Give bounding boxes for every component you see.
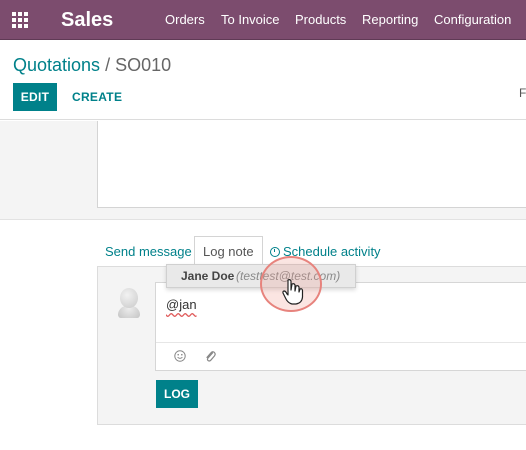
composer-text: @jan <box>166 297 197 312</box>
top-navbar: Sales Orders To Invoice Products Reporti… <box>0 0 526 40</box>
paperclip-icon[interactable] <box>204 349 216 363</box>
create-button[interactable]: CREATE <box>68 83 126 111</box>
form-sheet <box>97 121 526 208</box>
nav-item-orders[interactable]: Orders <box>165 12 205 28</box>
breadcrumb-separator: / <box>105 55 111 75</box>
nav-item-products[interactable]: Products <box>295 12 346 28</box>
tab-log-note[interactable]: Log note <box>194 236 263 266</box>
breadcrumb-quotations-link[interactable]: Quotations <box>13 55 100 75</box>
tab-send-message[interactable]: Send message <box>105 244 192 260</box>
composer-divider <box>156 342 526 343</box>
edit-button[interactable]: EDIT <box>13 83 57 111</box>
tab-log-note-label: Log note <box>203 243 254 259</box>
nav-item-configuration[interactable]: Configuration <box>434 12 511 28</box>
nav-item-to-invoice[interactable]: To Invoice <box>221 12 280 28</box>
mention-name: Jane Doe <box>181 269 235 283</box>
grid-icon[interactable] <box>12 12 28 28</box>
nav-item-reporting[interactable]: Reporting <box>362 12 418 28</box>
hand-pointer-icon <box>282 279 304 305</box>
control-panel: Quotations / SO010 EDIT CREATE <box>0 41 526 120</box>
avatar <box>118 288 140 318</box>
breadcrumb-current: SO010 <box>115 55 172 75</box>
log-button[interactable]: LOG <box>156 380 198 408</box>
clock-icon <box>270 247 280 257</box>
smiley-icon[interactable] <box>174 350 186 362</box>
control-panel-right-fragment: F <box>519 86 526 100</box>
app-title[interactable]: Sales <box>61 6 113 34</box>
breadcrumb: Quotations / SO010 <box>13 54 171 76</box>
